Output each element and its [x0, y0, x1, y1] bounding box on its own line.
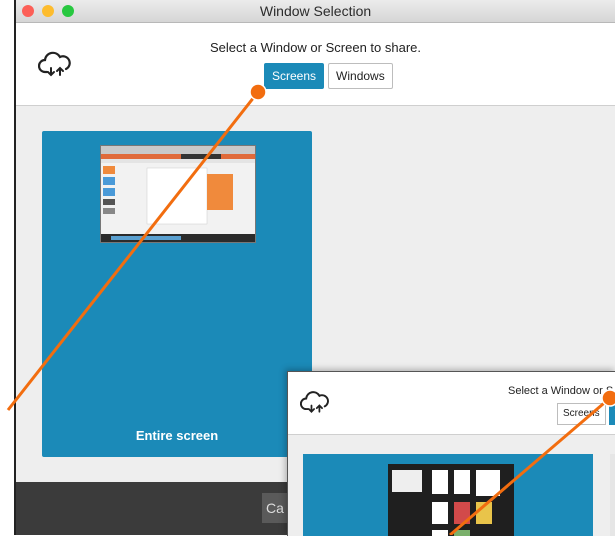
share-header: Select a Window or Screen to share. Scre… — [16, 23, 615, 106]
title-bar: Window Selection — [16, 0, 615, 23]
screen-thumbnail — [100, 145, 256, 243]
inset-source-tabs: Screens W — [557, 403, 615, 425]
inset-share-prompt: Select a Window or S — [508, 385, 614, 397]
inset-tab-windows[interactable]: W — [608, 403, 615, 425]
tab-windows[interactable]: Windows — [328, 63, 393, 89]
tab-screens[interactable]: Screens — [264, 63, 325, 89]
entire-screen-label: Entire screen — [135, 428, 219, 443]
inset-tab-screens[interactable]: Screens — [557, 403, 606, 425]
inset-header: Select a Window or S Screens W — [288, 372, 615, 435]
entire-screen-tile[interactable]: Entire screen — [42, 131, 312, 457]
inset-window-tile[interactable] — [303, 454, 593, 536]
inset-next-tile[interactable] — [610, 454, 615, 536]
source-tabs: Screens Windows — [264, 63, 393, 89]
inset-cloud-sync-icon — [299, 390, 330, 419]
cloud-sync-icon — [37, 51, 72, 82]
window-title: Window Selection — [259, 3, 372, 19]
zoomed-inset-window: Select a Window or S Screens W — [287, 371, 615, 536]
share-prompt: Select a Window or Screen to share. — [210, 40, 421, 55]
inset-window-thumbnail — [388, 464, 514, 536]
